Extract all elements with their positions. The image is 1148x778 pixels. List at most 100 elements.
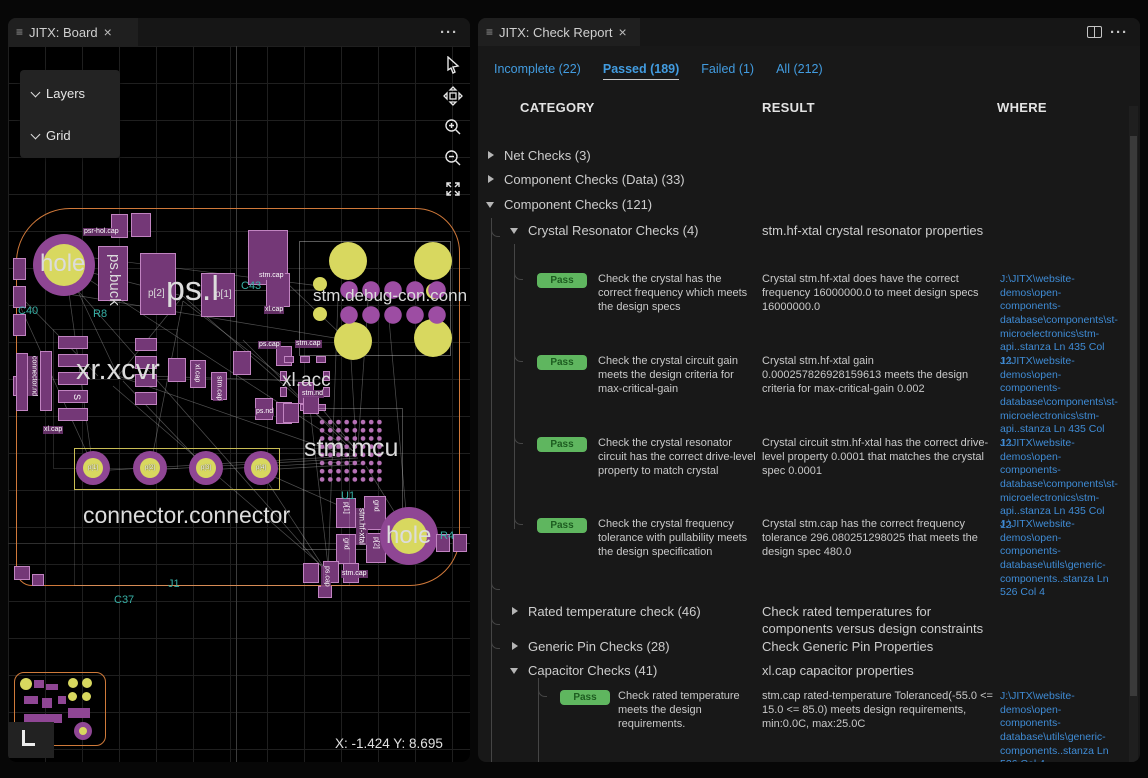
component-pad[interactable] xyxy=(303,396,319,414)
component-pad[interactable] xyxy=(14,566,30,580)
tab-jitx-board[interactable]: JITX: Board xyxy=(8,18,138,46)
twisty-collapsed-icon[interactable] xyxy=(488,175,494,183)
component-pad[interactable] xyxy=(58,408,88,421)
ps-buck-label: ps.buck xyxy=(106,254,123,306)
minimap-shape xyxy=(42,698,52,708)
close-icon[interactable] xyxy=(618,25,626,39)
connector-hole[interactable] xyxy=(414,242,452,280)
select-cursor-icon[interactable] xyxy=(442,54,464,76)
connector-pin[interactable]: p[2] xyxy=(133,451,167,485)
board-canvas[interactable]: hole ps.buck p[2] ps.l p[1] stm.debug-co… xyxy=(8,46,470,762)
component-pad[interactable] xyxy=(13,314,26,336)
pin-label: p[3] xyxy=(201,465,211,471)
twisty-collapsed-icon[interactable] xyxy=(512,642,518,650)
component-pad[interactable] xyxy=(303,563,319,583)
component-pad[interactable] xyxy=(168,358,186,382)
component-pad[interactable] xyxy=(32,574,44,586)
twisty-expanded-icon[interactable] xyxy=(486,202,494,208)
component-pad[interactable] xyxy=(300,356,310,363)
minimap-shape xyxy=(82,678,92,688)
twisty-expanded-icon[interactable] xyxy=(510,228,518,234)
tree-hook xyxy=(491,228,500,237)
filter-incomplete[interactable]: Incomplete (22) xyxy=(494,62,581,80)
pan-move-icon[interactable] xyxy=(442,85,464,107)
component-pad[interactable] xyxy=(316,356,326,363)
filter-failed[interactable]: Failed (1) xyxy=(701,62,754,80)
zoom-out-icon[interactable] xyxy=(442,147,464,169)
tree-label: Component Checks (Data) (33) xyxy=(504,172,685,187)
tree-label: Generic Pin Checks (28) xyxy=(528,639,670,654)
component-pad[interactable] xyxy=(283,403,299,423)
tree-group-result: xl.cap capacitor properties xyxy=(762,663,1002,680)
check-where-link[interactable]: J:\JITX\website-demos\open-components-da… xyxy=(1000,690,1118,762)
connector-pin[interactable]: p[1] xyxy=(76,451,110,485)
split-editor-icon[interactable] xyxy=(1087,26,1102,38)
grid-toggle[interactable]: Grid xyxy=(32,128,71,143)
twisty-expanded-icon[interactable] xyxy=(510,668,518,674)
minimap-shape xyxy=(24,696,38,704)
component-pad[interactable] xyxy=(40,351,52,411)
tree-label: Rated temperature check (46) xyxy=(528,604,701,619)
pass-badge: Pass xyxy=(537,273,587,288)
tree-hook xyxy=(491,640,500,649)
refdes: U1 xyxy=(341,490,355,502)
column-header-where: WHERE xyxy=(997,100,1047,115)
tab-jitx-check-report[interactable]: JITX: Check Report xyxy=(478,18,640,46)
filter-passed[interactable]: Passed (189) xyxy=(603,62,679,80)
silk-label: xl.cap xyxy=(43,426,63,434)
layers-label: Layers xyxy=(46,86,85,101)
connector-pin[interactable]: p[4] xyxy=(244,451,278,485)
connector-hole-small[interactable] xyxy=(313,307,327,321)
component-pad[interactable] xyxy=(318,586,332,598)
connector-hole[interactable] xyxy=(329,242,367,280)
layers-toggle[interactable]: Layers xyxy=(32,86,85,101)
scrollbar-thumb[interactable] xyxy=(1130,136,1137,696)
zoom-fit-icon[interactable] xyxy=(442,178,464,200)
zoom-in-icon[interactable] xyxy=(442,116,464,138)
more-actions-icon[interactable] xyxy=(1110,24,1128,41)
layers-grid-box: Layers Grid xyxy=(20,70,120,158)
component-pad[interactable] xyxy=(233,351,251,375)
more-actions-icon[interactable] xyxy=(440,24,458,41)
check-where-link[interactable]: J:\JITX\website-demos\open-components-da… xyxy=(1000,518,1118,600)
column-header-result: RESULT xyxy=(762,100,815,115)
filter-all[interactable]: All (212) xyxy=(776,62,823,80)
check-result: Crystal stm.cap has the correct frequenc… xyxy=(762,518,994,559)
pin-label: p[1] xyxy=(215,289,232,300)
xtal-pin-label: gnd xyxy=(370,500,380,512)
component-pad[interactable] xyxy=(284,356,294,363)
xtal-pin-label: p[2] xyxy=(370,537,380,549)
tree-label: Component Checks (121) xyxy=(504,197,652,212)
component-pad[interactable] xyxy=(13,258,26,280)
close-icon[interactable] xyxy=(104,25,112,39)
tree-guide xyxy=(514,244,515,529)
silk-label: ps.cap xyxy=(321,566,331,587)
component-pad[interactable] xyxy=(131,213,151,237)
minimap-shape xyxy=(58,696,66,704)
component-pad[interactable] xyxy=(135,392,157,405)
twisty-collapsed-icon[interactable] xyxy=(488,151,494,159)
check-report-body: Incomplete (22) Passed (189) Failed (1) … xyxy=(478,46,1140,762)
component-pad[interactable] xyxy=(453,534,467,552)
check-category: Check the crystal has the correct freque… xyxy=(598,273,756,314)
check-report-panel: JITX: Check Report Incomplete (22) Passe… xyxy=(478,18,1140,762)
silk-label: stm.cap xyxy=(258,272,285,280)
origin-l-icon xyxy=(22,730,35,746)
tree-hook xyxy=(514,435,523,444)
chevron-down-icon xyxy=(31,87,41,97)
twisty-collapsed-icon[interactable] xyxy=(512,607,518,615)
chevron-down-icon xyxy=(31,129,41,139)
minimap-shape xyxy=(79,727,87,735)
component-pad[interactable] xyxy=(135,338,157,351)
component-pad[interactable] xyxy=(58,336,88,349)
report-tab-label: JITX: Check Report xyxy=(499,25,612,40)
connector-pin[interactable]: p[3] xyxy=(189,451,223,485)
scrollbar[interactable] xyxy=(1129,106,1138,762)
component-pad[interactable] xyxy=(16,353,28,411)
board-tab-label: JITX: Board xyxy=(29,25,98,40)
check-category: Check the crystal circuit gain meets the… xyxy=(598,355,756,396)
debug-pad-row[interactable] xyxy=(338,305,448,325)
minimap-shape xyxy=(46,684,58,690)
refdes: J1 xyxy=(168,578,180,590)
connector-hole[interactable] xyxy=(334,322,372,360)
